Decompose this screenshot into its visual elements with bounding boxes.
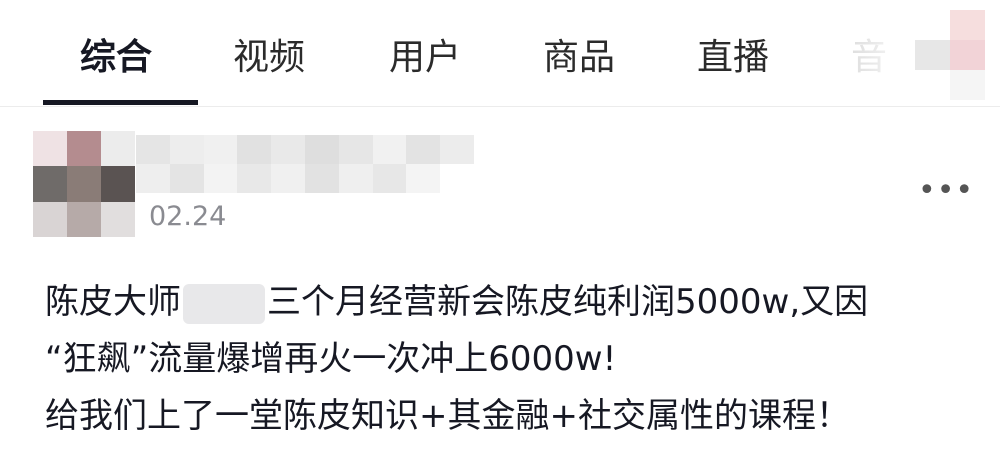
post-line-2: “狂飙”流量爆增再火一次冲上6000w! (45, 339, 617, 379)
post-date: 02.24 (149, 201, 227, 232)
tab-live[interactable]: 直播 (697, 34, 769, 82)
tab-user[interactable]: 用户 (389, 34, 461, 82)
post-line-1: 陈皮大师 三个月经营新会陈皮纯利润5000w,又因 (45, 274, 975, 331)
tab-goods[interactable]: 商品 (543, 34, 615, 82)
post-line-1-end: 三个月经营新会陈皮纯利润5000w,又因 (267, 282, 869, 322)
corner-mosaic (915, 10, 985, 100)
tab-comprehensive[interactable]: 综合 (80, 34, 152, 82)
active-tab-indicator (43, 100, 198, 105)
post-body: 陈皮大师 三个月经营新会陈皮纯利润5000w,又因 “狂飙”流量爆增再火一次冲上6… (45, 274, 975, 445)
post-line-1-start: 陈皮大师 (45, 282, 181, 322)
post-line-3: 给我们上了一堂陈皮知识+其金融+社交属性的课程！ (45, 396, 850, 436)
tab-video[interactable]: 视频 (233, 34, 305, 82)
more-options-icon[interactable]: ••• (918, 176, 974, 206)
tab-bar: 综合 视频 用户 商品 直播 音 (0, 0, 1000, 107)
redacted-name (183, 283, 265, 324)
username-mosaic[interactable] (136, 135, 474, 193)
avatar[interactable] (33, 131, 135, 237)
